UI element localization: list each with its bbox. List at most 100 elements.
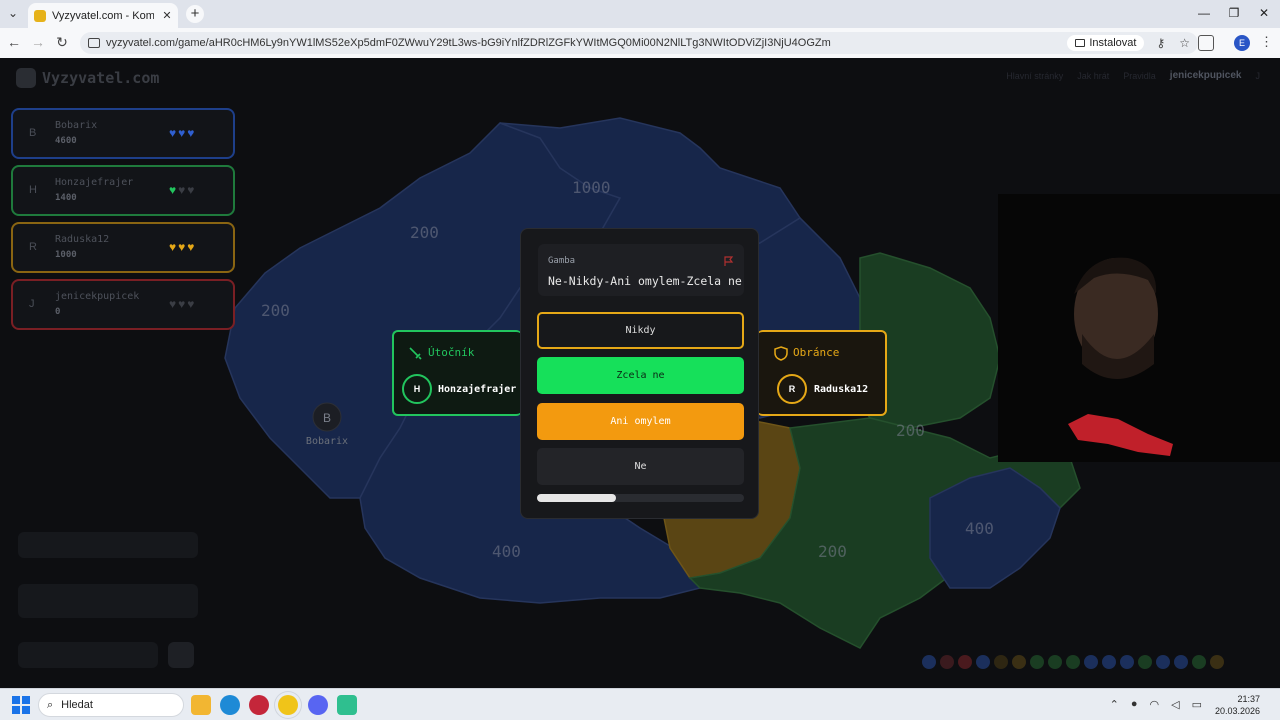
map-value-label: 200: [410, 223, 439, 242]
shield-icon: [774, 346, 788, 361]
webcam-overlay: [998, 194, 1280, 462]
defender-name: Raduska12: [814, 384, 869, 395]
map-value-label: 200: [818, 542, 847, 561]
defender-role-label: Obránce: [793, 346, 840, 359]
player-name: Bobarix: [55, 120, 98, 131]
system-tray: ⌃ ● ◠ ◁ ▭: [1110, 698, 1202, 711]
back-arrow-icon[interactable]: ←: [5, 34, 23, 50]
sword-icon: [409, 347, 422, 360]
site-logo[interactable]: Vyzyvatel.com: [16, 68, 159, 88]
address-bar[interactable]: vyzyvatel.com/game/aHR0cHM6Ly9nYW1lMS52e…: [80, 32, 1198, 54]
clock[interactable]: 21:37 20.03.2026: [1215, 693, 1260, 717]
battery-icon[interactable]: ▭: [1192, 698, 1202, 711]
clock-date: 20.03.2026: [1214, 706, 1260, 716]
user-avatar[interactable]: J: [1256, 71, 1261, 81]
chrome-icon[interactable]: [278, 695, 298, 715]
edge-icon[interactable]: [220, 695, 240, 715]
player-avatar: J: [29, 298, 35, 310]
chat-message: [18, 584, 198, 618]
player-score: 0: [55, 307, 61, 317]
install-app-button[interactable]: Instalovat: [1067, 35, 1145, 51]
username[interactable]: jenicekpupicek: [1170, 70, 1242, 81]
player-avatar: B: [29, 127, 37, 139]
chat-tabs[interactable]: [18, 532, 198, 558]
lives-hearts-icon: ♥♥♥: [169, 240, 197, 254]
forward-arrow-icon[interactable]: →: [29, 34, 47, 50]
attacker-name: Honzajefrajer: [438, 384, 517, 395]
map-value-label: 400: [492, 542, 521, 561]
logo-mark-icon: [16, 68, 36, 88]
map-value-label: 200: [261, 301, 290, 320]
close-window-icon[interactable]: ✕: [1254, 6, 1274, 20]
wifi-icon[interactable]: ◠: [1150, 698, 1160, 711]
profile-avatar[interactable]: E: [1234, 35, 1250, 51]
nav-link[interactable]: Hlavní stránky: [1006, 71, 1063, 81]
volume-icon[interactable]: ◁: [1171, 698, 1179, 711]
windows-start-icon[interactable]: [12, 696, 30, 714]
lives-hearts-icon: ♥♥♥: [169, 297, 197, 311]
new-tab-button[interactable]: +: [186, 5, 204, 23]
attacker-card: Útočník H Honzajefrajer: [392, 330, 522, 416]
question-box: Gamba Ne-Nikdy-Ani omylem-Zcela ne: [538, 244, 744, 296]
marker-name: Bobarix: [306, 436, 348, 447]
logo-text: Vyzyvatel.com: [42, 69, 160, 87]
clock-time: 21:37: [1237, 694, 1260, 704]
attacker-avatar: H: [402, 374, 432, 404]
answer-button[interactable]: Nikdy: [537, 312, 744, 349]
nav-link[interactable]: Pravidla: [1123, 71, 1156, 81]
file-explorer-icon[interactable]: [191, 695, 211, 715]
browser-toolbar: ← → ↻ vyzyvatel.com/game/aHR0cHM6Ly9nYW1…: [0, 28, 1280, 58]
extensions-icon[interactable]: [1198, 35, 1214, 51]
timer-progress-fill: [537, 494, 616, 502]
player-score: 1000: [55, 250, 77, 260]
search-icon: ⌕: [47, 698, 54, 711]
site-info-icon[interactable]: [88, 38, 100, 48]
minimize-icon[interactable]: —: [1194, 6, 1214, 20]
answer-button[interactable]: Ani omylem: [537, 403, 744, 440]
nav-link[interactable]: Jak hrát: [1077, 71, 1109, 81]
tray-chevron-icon[interactable]: ⌃: [1110, 698, 1119, 711]
close-tab-icon[interactable]: ✕: [160, 9, 174, 22]
answer-button[interactable]: Ne: [537, 448, 744, 485]
player-card: J jenicekpupicek 0 ♥♥♥: [11, 279, 235, 330]
bookmark-star-icon[interactable]: ☆: [1179, 36, 1190, 50]
question-category: Gamba: [548, 256, 576, 266]
app-icon[interactable]: [337, 695, 357, 715]
restore-icon[interactable]: ❐: [1224, 6, 1244, 20]
discord-icon[interactable]: [308, 695, 328, 715]
player-card: R Raduska12 1000 ♥♥♥: [11, 222, 235, 273]
taskbar-search[interactable]: ⌕ Hledat: [38, 693, 184, 717]
lives-hearts-icon: ♥♥♥: [169, 183, 197, 197]
chat-panel: [12, 524, 212, 674]
browser-tab-bar: ⌄ Vyzyvatel.com - Komunitní vědomostní h…: [0, 0, 1280, 28]
player-avatar: H: [29, 184, 37, 196]
browser-tab[interactable]: Vyzyvatel.com - Komunitní vědomostní hra…: [28, 3, 178, 28]
site-favicon-icon: [34, 9, 46, 22]
player-name: Honzajefrajer: [55, 177, 134, 188]
player-name: Raduska12: [55, 234, 110, 245]
report-flag-icon[interactable]: [724, 256, 734, 266]
attacker-role-label: Útočník: [428, 346, 475, 359]
player-card: H Honzajefrajer 1400 ♥♥♥: [11, 165, 235, 216]
microphone-icon[interactable]: ●: [1131, 698, 1138, 711]
answer-button[interactable]: Zcela ne: [537, 357, 744, 394]
chat-input[interactable]: [18, 642, 158, 668]
reload-icon[interactable]: ↻: [53, 34, 71, 51]
player-name: jenicekpupicek: [55, 291, 140, 302]
app-icon[interactable]: [249, 695, 269, 715]
streamer-video: [1068, 257, 1173, 456]
browser-menu-icon[interactable]: ⋮: [1260, 34, 1273, 50]
install-label: Instalovat: [1089, 37, 1137, 49]
player-avatar: R: [29, 241, 37, 253]
defender-avatar: R: [777, 374, 807, 404]
marker-initial: B: [323, 411, 331, 425]
map-value-label: 200: [896, 421, 925, 440]
player-score: 1400: [55, 193, 77, 203]
password-key-icon[interactable]: ⚷: [1156, 36, 1165, 50]
send-button[interactable]: [168, 642, 194, 668]
install-icon: [1075, 39, 1086, 47]
tab-list-chevron-icon[interactable]: ⌄: [8, 6, 18, 20]
round-indicators: [922, 655, 1224, 669]
map-value-label: 1000: [572, 178, 611, 197]
search-label: Hledat: [61, 699, 93, 711]
